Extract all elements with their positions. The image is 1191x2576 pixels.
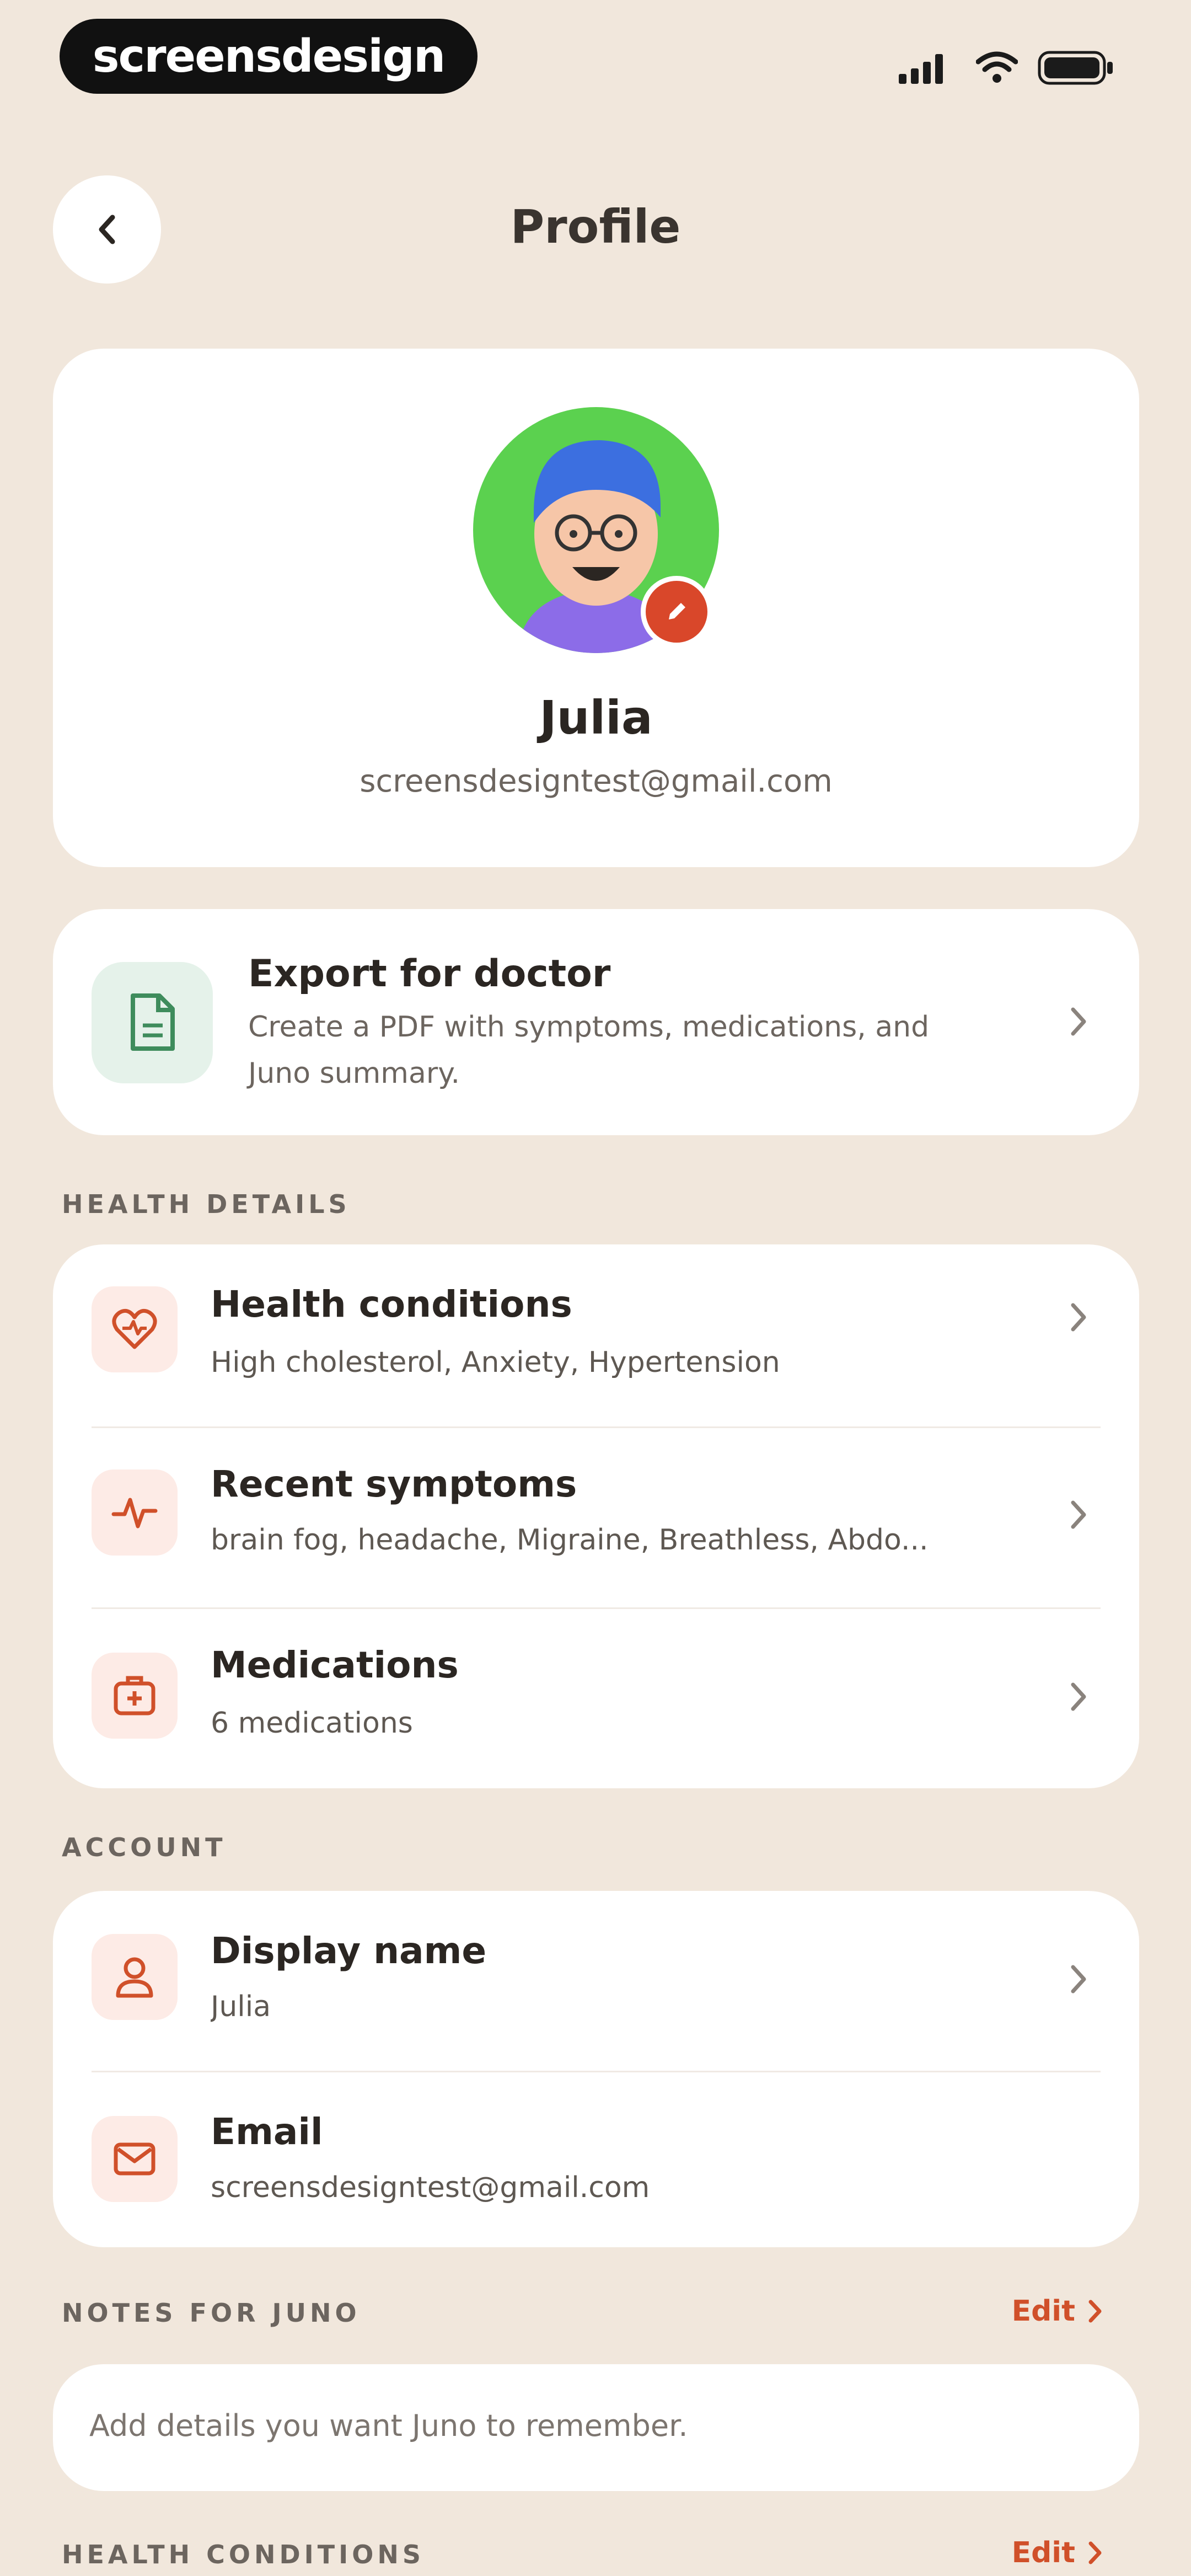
wifi-icon	[975, 51, 1018, 84]
section-label-health-details: HEALTH DETAILS	[62, 1189, 351, 1219]
battery-icon	[1038, 51, 1115, 85]
chevron-right-icon	[1062, 1000, 1095, 1044]
export-for-doctor-card[interactable]: Export for doctor Create a PDF with symp…	[53, 909, 1139, 1135]
list-item-title: Medications	[211, 1644, 459, 1686]
user-icon	[92, 1934, 178, 2020]
edit-label: Edit	[1011, 2536, 1075, 2569]
pencil-icon	[669, 603, 685, 619]
section-label-notes: NOTES FOR JUNO	[62, 2298, 361, 2328]
medication-box-icon	[92, 1653, 178, 1739]
profile-name: Julia	[539, 691, 653, 745]
notes-edit-link[interactable]: Edit	[1012, 2295, 1103, 2328]
notes-placeholder: Add details you want Juno to remember.	[89, 2408, 688, 2443]
heart-icon	[92, 1286, 178, 1372]
list-item-recent-symptoms[interactable]: Recent symptoms brain fog, headache, Mig…	[53, 1426, 1139, 1607]
health-details-card: Health conditions High cholesterol, Anxi…	[53, 1244, 1139, 1788]
export-subtitle-line1: Create a PDF with symptoms, medications,…	[248, 1011, 930, 1044]
profile-card: Julia screensdesigntest@gmail.com	[53, 349, 1139, 867]
list-item-subtitle: High cholesterol, Anxiety, Hypertension	[211, 1346, 780, 1379]
export-icon-tile	[92, 962, 213, 1083]
list-item-display-name[interactable]: Display name Julia	[53, 1891, 1139, 2071]
list-item-subtitle: brain fog, headache, Migraine, Breathles…	[211, 1524, 929, 1557]
list-item-medications[interactable]: Medications 6 medications	[53, 1607, 1139, 1788]
chevron-right-icon	[1062, 1675, 1095, 1719]
status-bar: screensdesign	[0, 0, 1191, 110]
page-title: Profile	[510, 200, 681, 254]
brand-text: screensdesign	[92, 30, 446, 83]
section-label-health-conditions: HEALTH CONDITIONS	[62, 2540, 425, 2569]
list-item-email: Email screensdesigntest@gmail.com	[53, 2071, 1139, 2247]
list-item-title: Email	[211, 2110, 323, 2153]
account-card: Display name Julia Email screensdesignte…	[53, 1891, 1139, 2247]
chevron-right-icon	[1062, 1957, 1095, 2001]
health-conditions-edit-link[interactable]: Edit	[1012, 2536, 1103, 2569]
avatar[interactable]	[473, 407, 719, 653]
list-item-title: Health conditions	[211, 1283, 572, 1326]
export-subtitle-line2: Juno summary.	[248, 1057, 460, 1090]
list-item-title: Display name	[211, 1930, 487, 1972]
section-label-account: ACCOUNT	[62, 1832, 227, 1862]
edit-avatar-button[interactable]	[641, 576, 712, 648]
mail-icon	[92, 2116, 178, 2202]
chevron-right-icon	[1088, 2300, 1102, 2323]
notes-field[interactable]: Add details you want Juno to remember.	[53, 2364, 1139, 2491]
list-item-subtitle: screensdesigntest@gmail.com	[211, 2171, 650, 2204]
chevron-right-icon	[1062, 1493, 1095, 1537]
document-icon	[131, 993, 175, 1051]
chevron-right-icon	[1088, 2541, 1102, 2564]
list-item-health-conditions[interactable]: Health conditions High cholesterol, Anxi…	[53, 1244, 1139, 1426]
export-title: Export for doctor	[248, 952, 611, 996]
list-item-subtitle: 6 medications	[211, 1707, 413, 1740]
list-item-subtitle: Julia	[211, 1990, 271, 2023]
chevron-right-icon	[1062, 1295, 1095, 1339]
signal-icon	[899, 53, 946, 84]
profile-email: screensdesigntest@gmail.com	[360, 763, 833, 799]
edit-label: Edit	[1011, 2295, 1075, 2328]
brand-badge: screensdesign	[60, 19, 478, 94]
list-item-title: Recent symptoms	[211, 1463, 577, 1505]
pulse-icon	[92, 1469, 178, 1556]
